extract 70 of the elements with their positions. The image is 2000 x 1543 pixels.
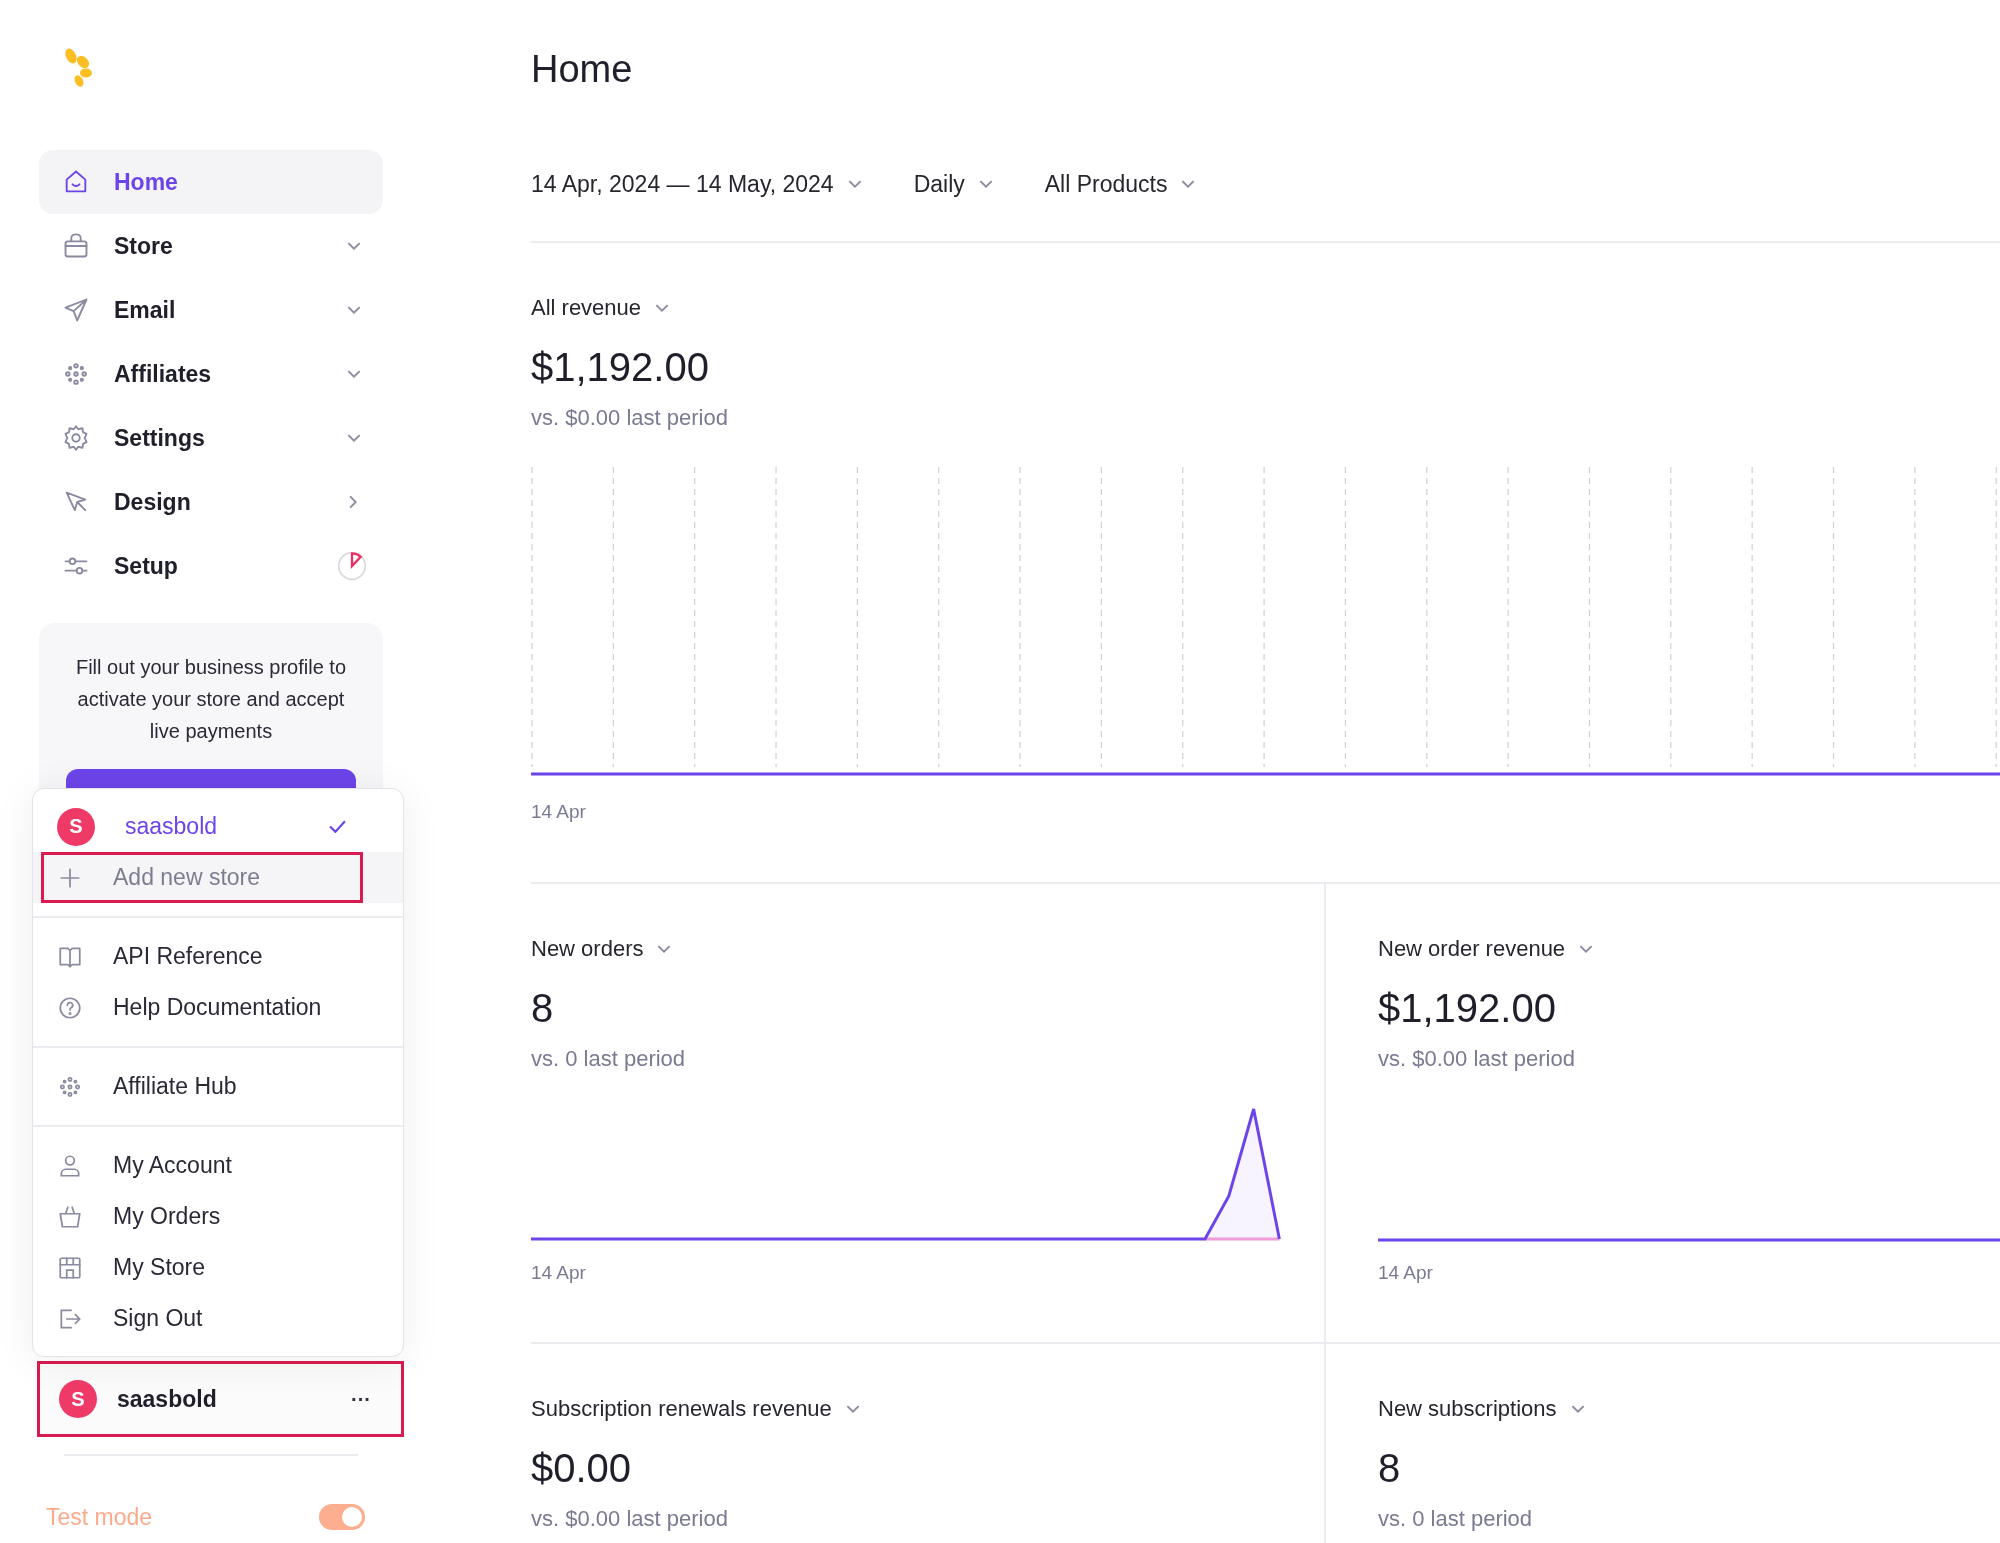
- nav-item[interactable]: Home: [39, 150, 383, 214]
- avatar: S: [57, 807, 95, 846]
- chevron-down-icon: [978, 179, 993, 189]
- metric-dropdown[interactable]: New order revenue: [1378, 934, 1594, 964]
- help-icon: [57, 994, 83, 1021]
- progress-icon: [337, 551, 367, 581]
- filter-dropdown[interactable]: All Products: [1044, 170, 1196, 198]
- metric-dropdown[interactable]: New orders: [531, 934, 672, 964]
- avatar: S: [59, 1380, 97, 1418]
- menu-item[interactable]: Affiliate Hub: [41, 1061, 363, 1112]
- chevron-down-icon: [347, 369, 361, 379]
- metric-value: 8: [1378, 1445, 1402, 1492]
- promo-text: Fill out your business profile to activate your store and accept live payments: [74, 655, 348, 744]
- metric-value: $1,192.00: [1378, 985, 1557, 1032]
- chevron-down-icon: [655, 303, 670, 313]
- nav-item[interactable]: Affiliates: [39, 342, 383, 406]
- nav-item[interactable]: Store: [39, 214, 383, 278]
- comparison-text: vs. $0.00 last period: [531, 1506, 729, 1532]
- page-title: Home: [531, 47, 634, 92]
- axis-label: 14 Apr: [531, 801, 587, 823]
- filter-dropdown[interactable]: Daily: [913, 170, 993, 198]
- test-mode-label: Test mode: [46, 1503, 153, 1531]
- chevron-down-icon: [1570, 1404, 1585, 1414]
- storefront-icon: [57, 1254, 83, 1281]
- user-icon: [57, 1152, 83, 1179]
- basket-icon: [57, 1203, 83, 1230]
- chevron-right-icon: [349, 495, 358, 509]
- menu-item[interactable]: Help Documentation: [41, 982, 363, 1033]
- nav-item[interactable]: Setup: [39, 534, 383, 598]
- menu-item[interactable]: Add new store: [41, 852, 363, 903]
- comparison-text: vs. $0.00 last period: [1378, 1046, 1576, 1072]
- nav-item[interactable]: Settings: [39, 406, 383, 470]
- menu-item[interactable]: S saasbold: [41, 801, 363, 852]
- nav-item[interactable]: Email: [39, 278, 383, 342]
- axis-label: 14 Apr: [531, 1262, 587, 1284]
- filter-dropdown[interactable]: 14 Apr, 2024 — 14 May, 2024: [531, 170, 862, 198]
- metric-dropdown[interactable]: New subscriptions: [1378, 1394, 1585, 1424]
- menu-item[interactable]: My Store: [41, 1242, 363, 1293]
- menu-item[interactable]: API Reference: [41, 931, 363, 982]
- dots-icon: [62, 360, 90, 388]
- metric-value: $0.00: [531, 1445, 633, 1492]
- chevron-down-icon: [1181, 179, 1196, 189]
- axis-label: 14 Apr: [1378, 1262, 1434, 1284]
- comparison-text: vs. 0 last period: [531, 1046, 687, 1072]
- chevron-down-icon: [845, 1404, 860, 1414]
- comparison-text: vs. $0.00 last period: [531, 405, 729, 431]
- account-name: saasbold: [117, 1385, 218, 1413]
- metric-dropdown[interactable]: Subscription renewals revenue: [531, 1394, 860, 1424]
- paper-plane-icon: [62, 296, 90, 324]
- test-mode-toggle[interactable]: [319, 1504, 365, 1530]
- more-button[interactable]: ···: [351, 1387, 371, 1411]
- check-icon: [329, 820, 346, 833]
- metric-dropdown[interactable]: All revenue: [531, 293, 670, 323]
- chevron-down-icon: [847, 179, 862, 189]
- menu-item[interactable]: My Account: [41, 1140, 363, 1191]
- menu-item[interactable]: My Orders: [41, 1191, 363, 1242]
- account-button[interactable]: S saasbold ···: [37, 1361, 404, 1437]
- bag-icon: [62, 232, 90, 260]
- chevron-down-icon: [1579, 944, 1594, 954]
- chevron-down-icon: [347, 305, 361, 315]
- chevron-down-icon: [657, 944, 672, 954]
- chevron-down-icon: [347, 433, 361, 443]
- comparison-text: vs. 0 last period: [1378, 1506, 1534, 1532]
- metric-value: $1,192.00: [531, 344, 710, 391]
- metric-value: 8: [531, 985, 555, 1032]
- nav-item[interactable]: Design: [39, 470, 383, 534]
- menu-item[interactable]: Sign Out: [41, 1293, 363, 1344]
- chevron-down-icon: [347, 241, 361, 251]
- settings-icon: [62, 424, 90, 452]
- logo-icon: [63, 48, 93, 88]
